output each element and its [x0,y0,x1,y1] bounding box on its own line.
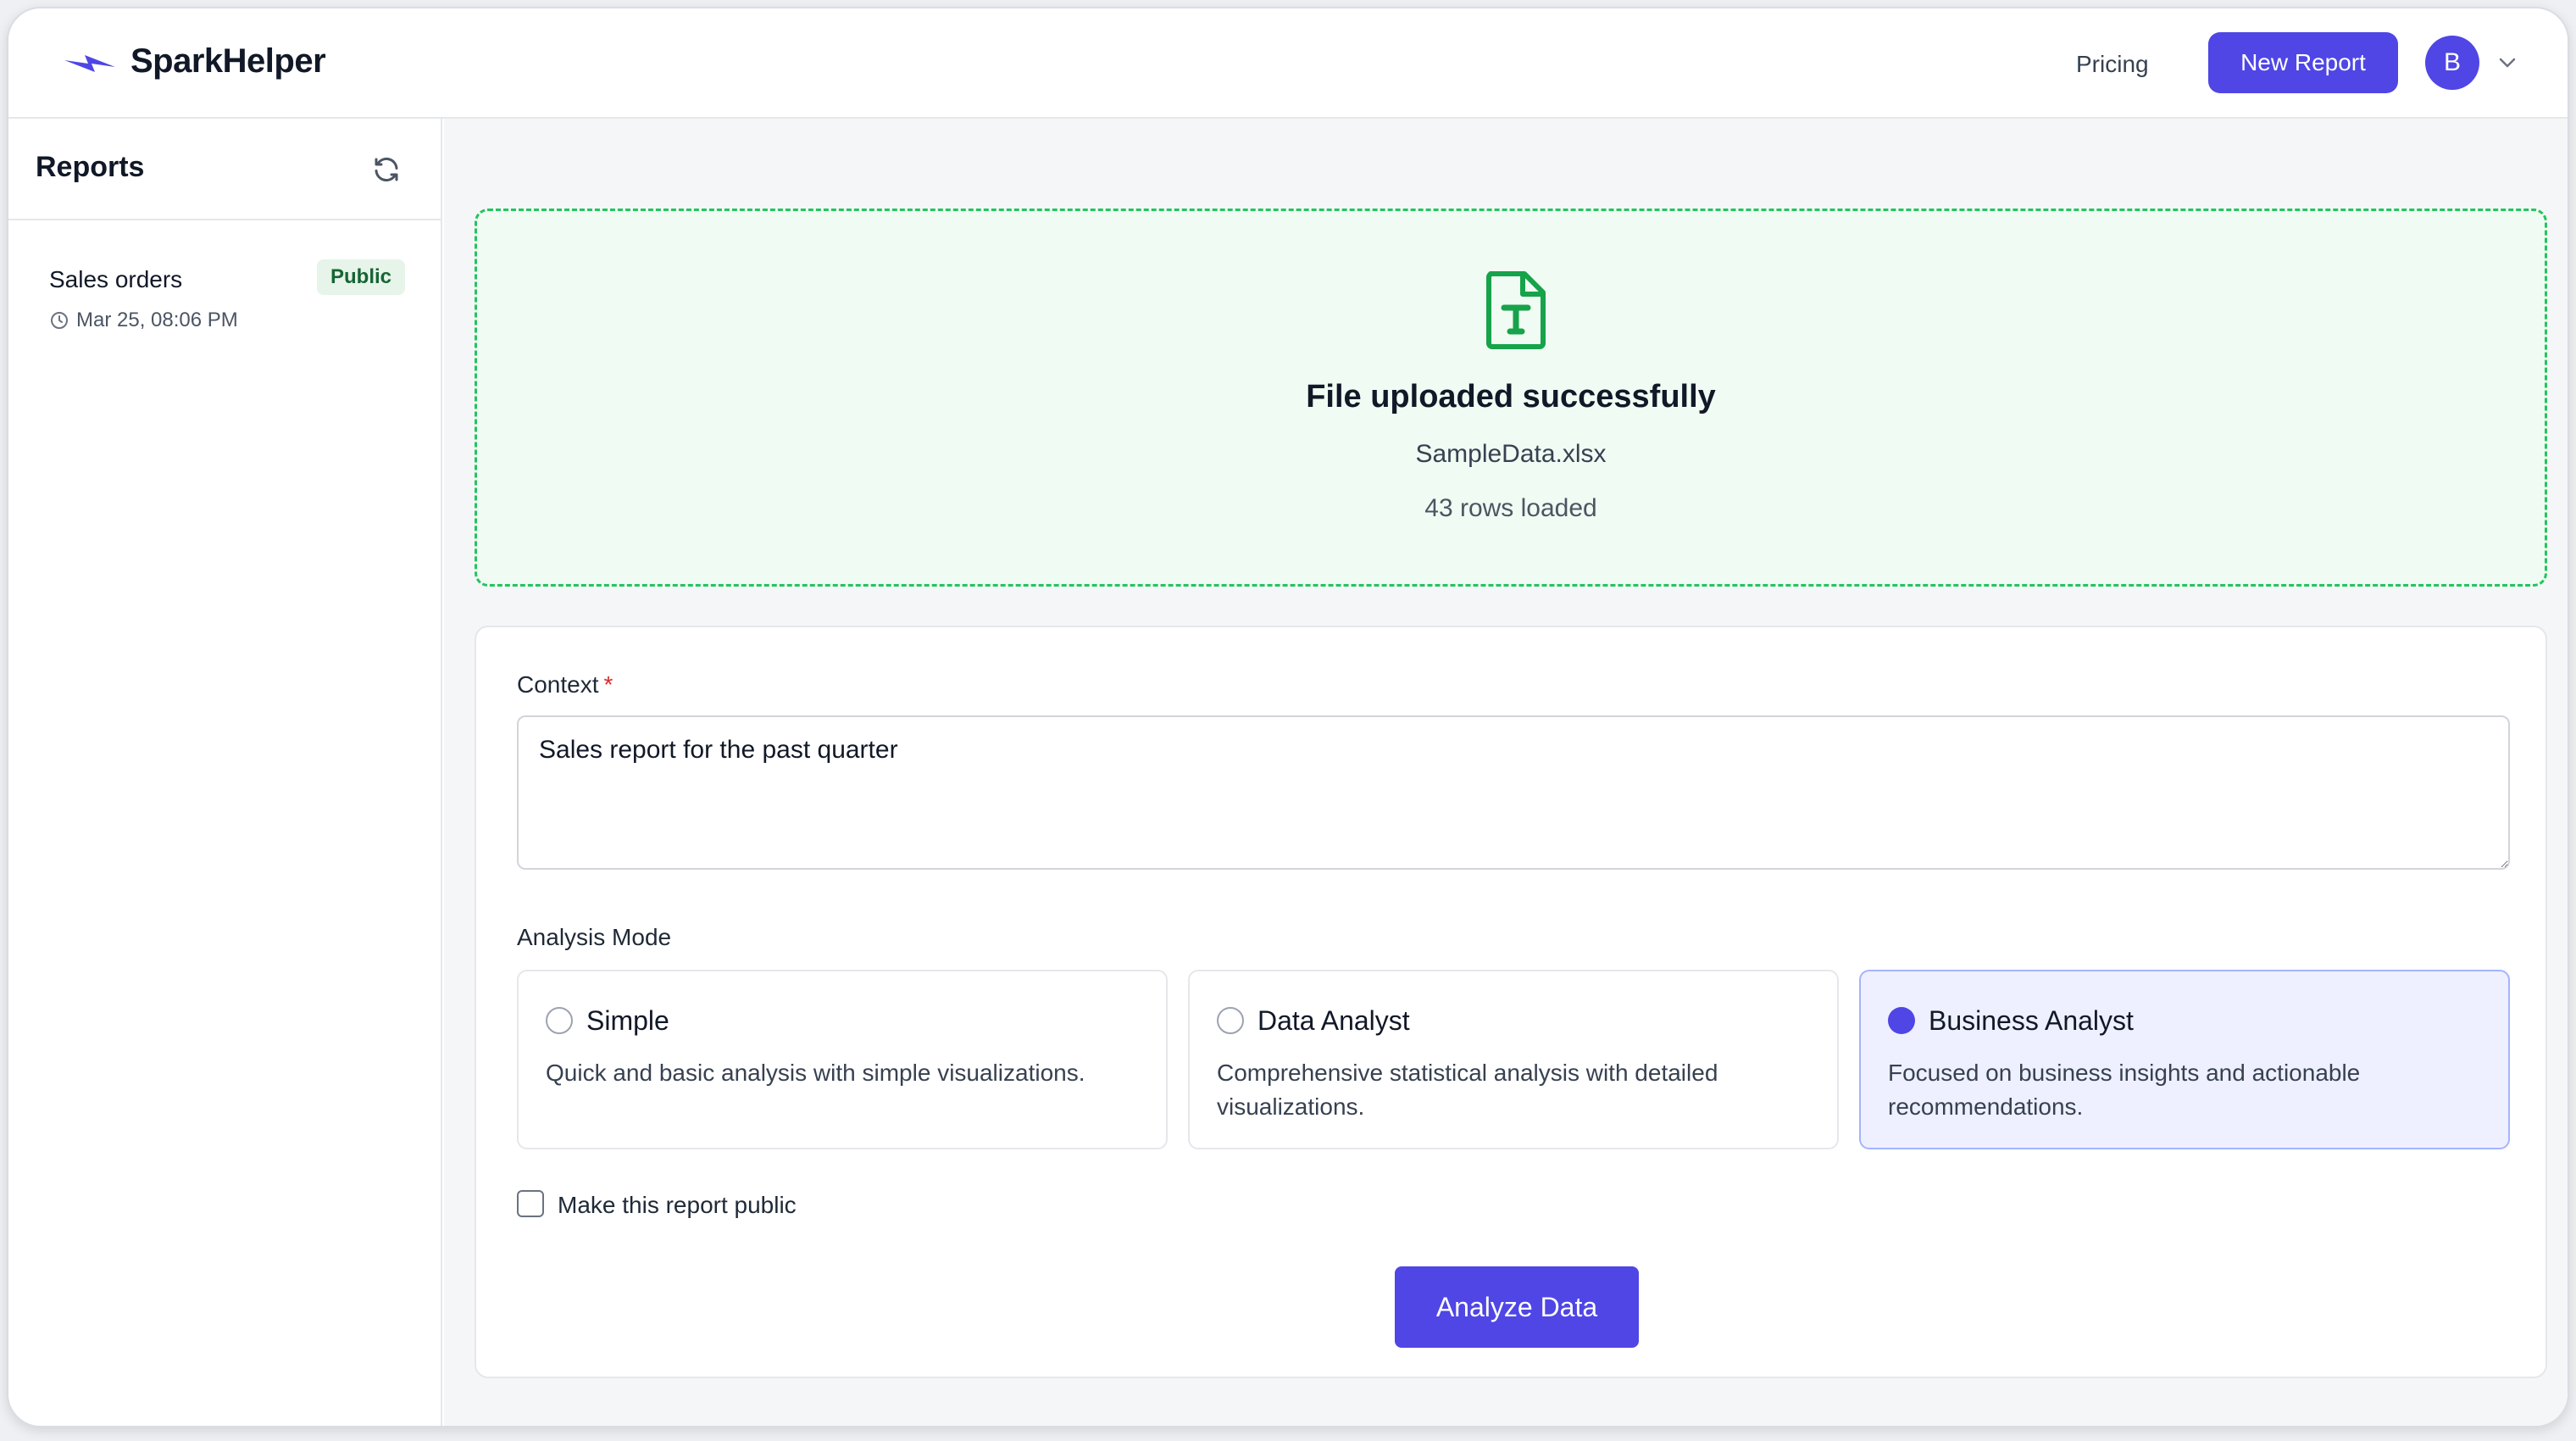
radio-business-analyst[interactable] [1888,1007,1915,1034]
mode-title-business-analyst: Business Analyst [1929,1005,2134,1036]
mode-desc-business-analyst: Focused on business insights and actiona… [1888,1060,2361,1120]
context-label-text: Context [517,671,599,698]
lightning-bolt-icon [64,54,115,72]
analyze-data-button[interactable]: Analyze Data [1395,1266,1639,1348]
top-header: SparkHelper Pricing New Report B [8,8,2568,119]
public-badge: Public [317,259,405,295]
file-upload-dropzone[interactable]: File uploaded successfully SampleData.xl… [475,209,2547,587]
mode-option-data-analyst[interactable]: Data Analyst Comprehensive statistical a… [1188,970,1839,1149]
new-report-button[interactable]: New Report [2208,32,2398,93]
brand-logo[interactable]: SparkHelper [63,42,326,81]
user-avatar[interactable]: B [2425,36,2479,90]
make-public-label[interactable]: Make this report public [558,1192,797,1219]
report-timestamp: Mar 25, 08:06 PM [49,309,238,332]
reports-sidebar: Reports Sales orders Public Mar 25, 08:0… [8,119,442,1426]
make-public-checkbox[interactable] [517,1190,544,1217]
context-textarea[interactable]: Sales report for the past quarter [517,715,2510,870]
analysis-mode-label: Analysis Mode [517,924,672,950]
report-form-card: Context * Sales report for the past quart… [475,626,2547,1378]
sidebar-header: Reports [8,119,441,220]
uploaded-filename: SampleData.xlsx [1415,440,1607,468]
required-asterisk: * [603,671,613,698]
refresh-icon[interactable] [371,154,402,185]
clock-icon [51,312,68,329]
radio-data-analyst[interactable] [1217,1007,1244,1034]
radio-simple[interactable] [546,1007,573,1034]
report-name: Sales orders [49,266,183,292]
app-window: SparkHelper Pricing New Report B Reports… [7,7,2569,1427]
mode-desc-simple: Quick and basic analysis with simple vis… [546,1060,1085,1086]
file-text-icon [1486,271,1546,349]
brand-name: SparkHelper [130,42,326,80]
mode-option-simple[interactable]: Simple Quick and basic analysis with sim… [517,970,1168,1149]
mode-option-business-analyst[interactable]: Business Analyst Focused on business ins… [1859,970,2510,1149]
chevron-down-icon[interactable] [2498,56,2517,70]
mode-title-simple: Simple [586,1005,669,1036]
main-content: File uploaded successfully SampleData.xl… [444,119,2568,1426]
report-time-text: Mar 25, 08:06 PM [76,309,238,331]
context-label: Context * [517,671,613,698]
mode-title-data-analyst: Data Analyst [1257,1005,1410,1036]
report-list-item[interactable]: Sales orders Public Mar 25, 08:06 PM [49,259,408,336]
upload-success-title: File uploaded successfully [1306,379,1716,414]
pricing-link[interactable]: Pricing [2076,51,2149,78]
sidebar-title: Reports [36,151,145,183]
rows-loaded-text: 43 rows loaded [1424,494,1597,522]
mode-desc-data-analyst: Comprehensive statistical analysis with … [1217,1060,1718,1120]
